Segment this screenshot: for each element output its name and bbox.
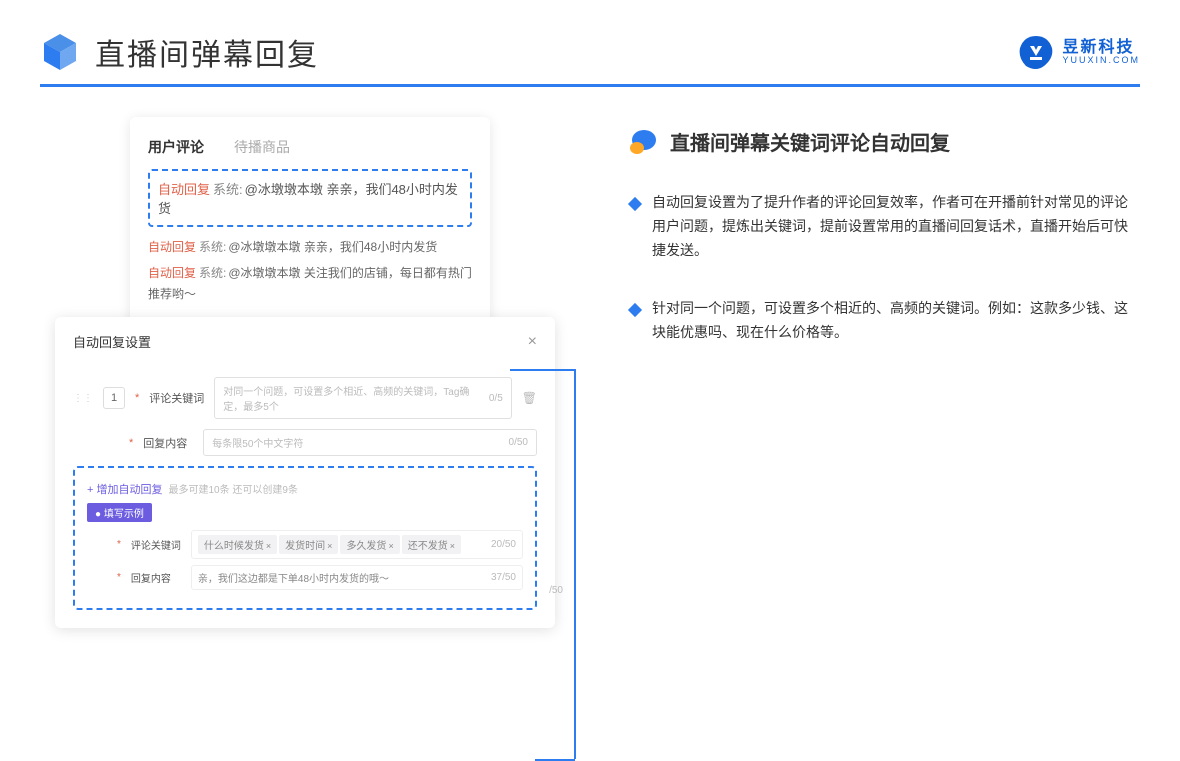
reply-input[interactable]: 每条限50个中文字符0/50 [203, 429, 537, 456]
cube-icon [40, 32, 80, 72]
keyword-tag[interactable]: 发货时间× [279, 535, 338, 554]
add-auto-reply[interactable]: + 增加自动回复 [87, 481, 162, 497]
preview-card: 用户评论 待播商品 自动回复系统:@冰墩墩本墩 亲亲，我们48小时内发货 自动回… [130, 117, 490, 330]
keyword-input[interactable]: 对同一个问题，可设置多个相近、高频的关键词，Tag确定，最多5个0/5 [214, 377, 511, 419]
bullet-point: 自动回复设置为了提升作者的评论回复效率，作者可在开播前针对常见的评论用户问题，提… [630, 191, 1130, 262]
tab-products[interactable]: 待播商品 [234, 137, 290, 157]
example-reply-input[interactable]: 亲，我们这边都是下单48小时内发货的哦～ 37/50 [191, 565, 523, 590]
example-keyword-input[interactable]: 什么时候发货×发货时间×多久发货×还不发货× 20/50 [191, 530, 523, 559]
reply-label: 回复内容 [143, 435, 193, 451]
keyword-tag[interactable]: 什么时候发货× [198, 535, 277, 554]
delete-icon[interactable]: 🗑 [522, 391, 537, 405]
chat-bubble-icon [630, 130, 658, 154]
keyword-label: 评论关键词 [149, 390, 204, 406]
tab-comments[interactable]: 用户评论 [148, 137, 204, 157]
highlighted-reply: 自动回复系统:@冰墩墩本墩 亲亲，我们48小时内发货 [148, 169, 472, 227]
reply-line: 自动回复系统:@冰墩墩本墩 亲亲，我们48小时内发货 [148, 237, 472, 259]
section-heading: 直播间弹幕关键词评论自动回复 [670, 127, 950, 156]
title-divider [40, 84, 1140, 87]
bullet-point: 针对同一个问题，可设置多个相近的、高频的关键词。例如：这款多少钱、这块能优惠吗、… [630, 297, 1130, 345]
close-icon[interactable]: × [528, 333, 537, 351]
keyword-tag[interactable]: 多久发货× [340, 535, 399, 554]
sequence-number: 1 [103, 387, 125, 409]
example-badge: ● 填写示例 [87, 503, 152, 522]
settings-title: 自动回复设置 [73, 332, 151, 351]
reply-line: 自动回复系统:@冰墩墩本墩 关注我们的店铺，每日都有热门推荐哟～ [148, 263, 472, 306]
example-section: + 增加自动回复最多可建10条 还可以创建9条 ● 填写示例 *评论关键词 什么… [73, 466, 537, 610]
settings-card: 自动回复设置 × ⋮⋮ 1 * 评论关键词 对同一个问题，可设置多个相近、高频的… [55, 317, 555, 628]
drag-icon[interactable]: ⋮⋮ [73, 393, 93, 404]
keyword-tag[interactable]: 还不发货× [402, 535, 461, 554]
page-title: 直播间弹幕回复 [95, 30, 319, 74]
brand-logo: 昱新科技 YUUXIN.COM [1018, 34, 1140, 70]
